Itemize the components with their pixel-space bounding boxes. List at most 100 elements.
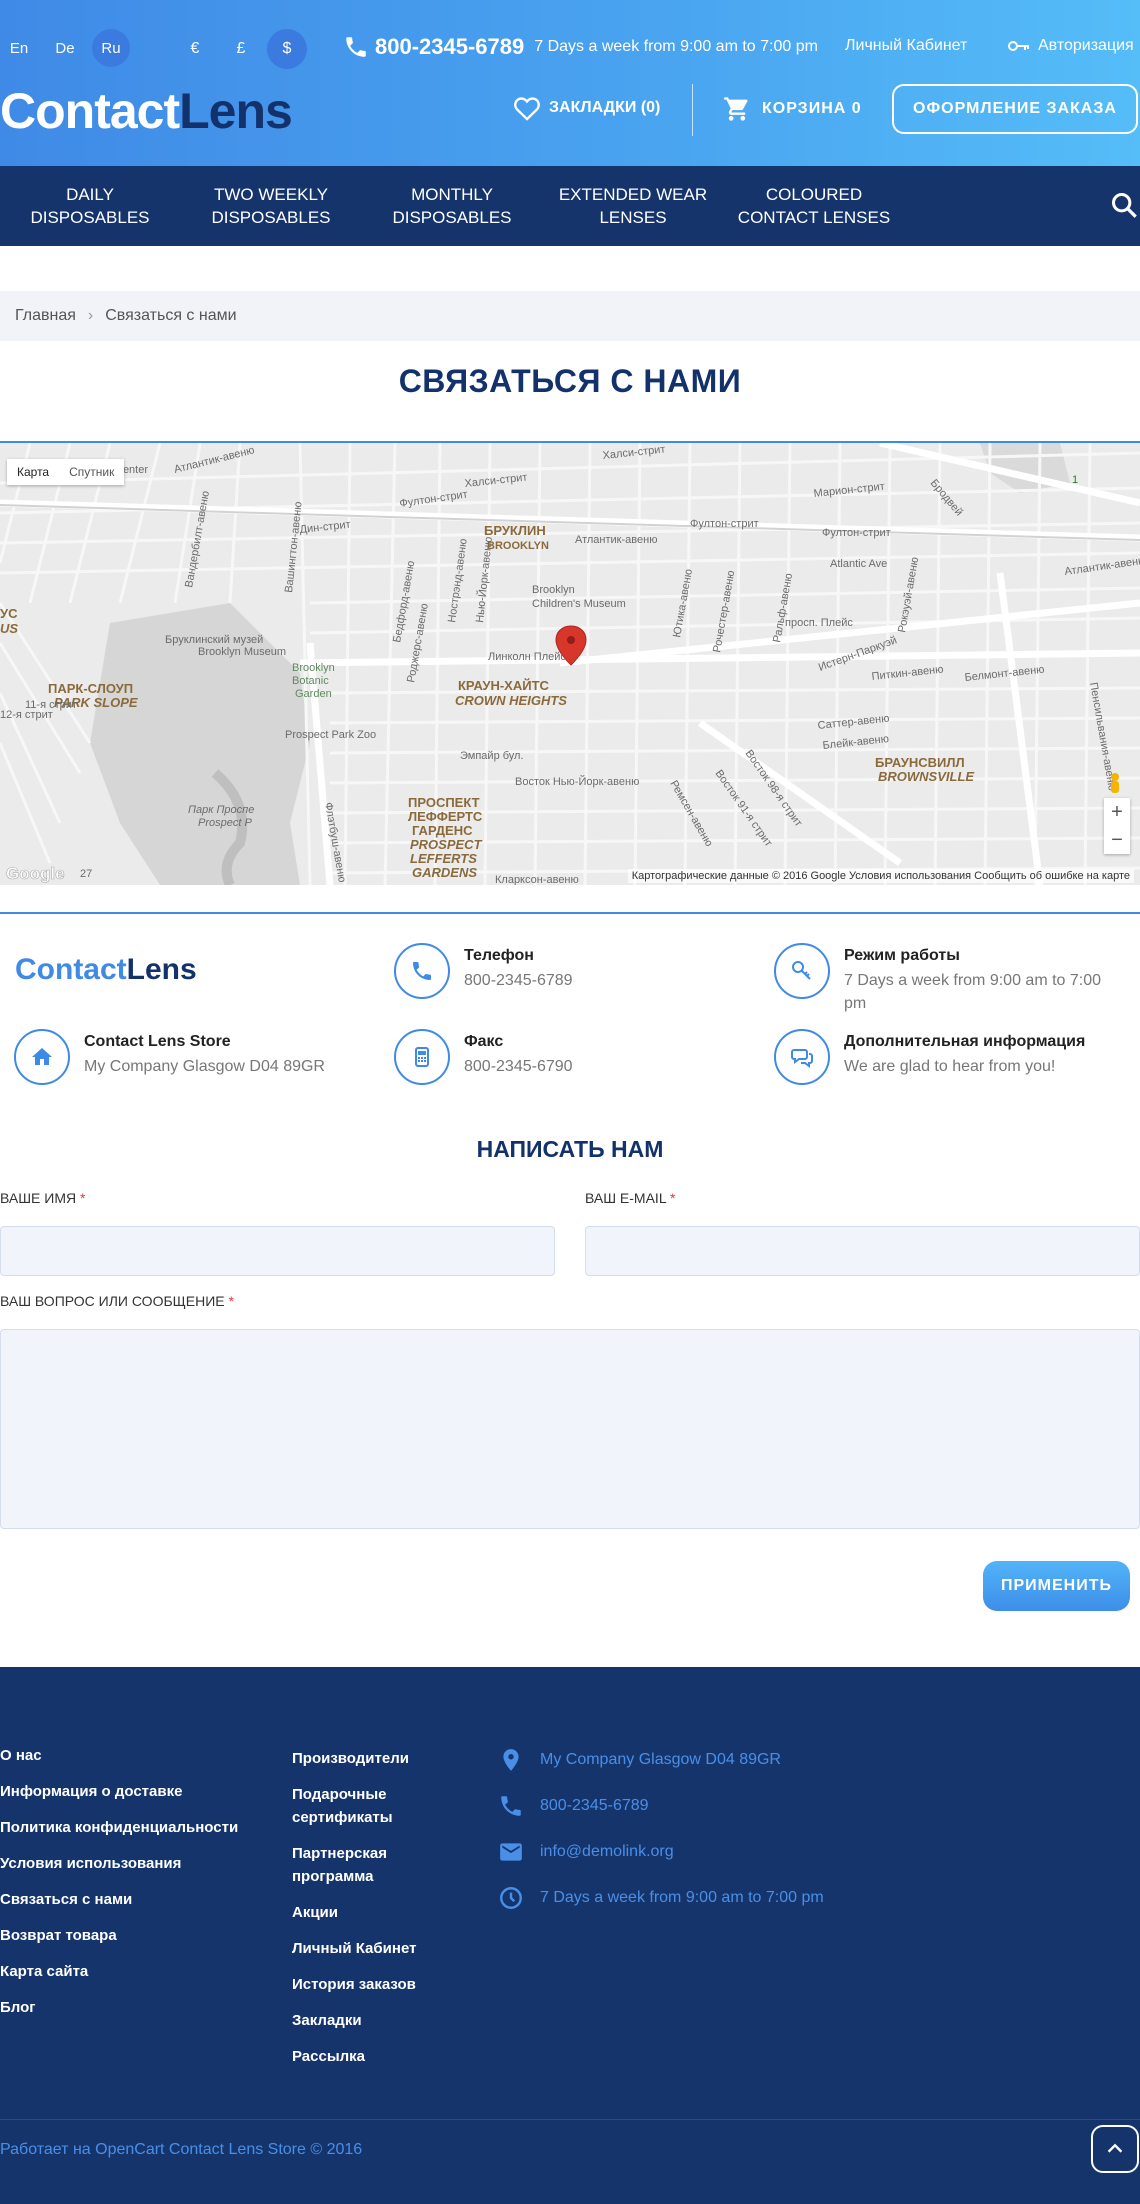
hours-line1: 7 Days a week from 9:00 am to 7:00 — [844, 972, 1102, 989]
bookmarks-label: ЗАКЛАДКИ (0) — [549, 99, 661, 116]
key-icon — [1008, 41, 1029, 51]
footer-link-specials[interactable]: Акции — [292, 1901, 452, 1924]
scroll-to-top-button[interactable] — [1091, 2125, 1139, 2173]
lang-de[interactable]: De — [46, 29, 84, 67]
footer: О нас Информация о доставке Политика кон… — [0, 1667, 1140, 2204]
footer-link-wishlist[interactable]: Закладки — [292, 2009, 452, 2032]
footer-link-terms[interactable]: Условия использования — [0, 1855, 238, 1891]
account-link[interactable]: Личный Кабинет — [845, 37, 967, 55]
extra-text: We are glad to hear from you! — [844, 1058, 1056, 1075]
map-canvas: БРУКЛИН BROOKLYN КРАУН-ХАЙТС CROWN HEIGH… — [0, 443, 1140, 885]
footer-hours-text: 7 Days a week from 9:00 am to 7:00 pm — [540, 1889, 824, 1906]
login-link[interactable]: Авторизация — [1008, 37, 1134, 55]
breadcrumb: Главная › Связаться с нами — [0, 291, 1140, 341]
nav-label-line2: DISPOSABLES — [211, 208, 331, 227]
footer-link-returns[interactable]: Возврат товара — [0, 1927, 238, 1963]
currency-gbp[interactable]: £ — [221, 29, 261, 69]
nav-label-line1: COLOURED — [765, 185, 863, 204]
footer-link-about[interactable]: О нас — [0, 1747, 238, 1783]
email-input[interactable] — [585, 1226, 1140, 1276]
currency-switcher: € £ $ — [175, 29, 313, 69]
map-label-brownsville-en: BROWNSVILLE — [878, 769, 974, 784]
cart-icon — [724, 97, 748, 121]
footer-extra-links: Производители Подарочные сертификаты Пар… — [292, 1747, 452, 2081]
chat-icon — [774, 1029, 830, 1085]
message-label: ВАШ ВОПРОС ИЛИ СООБЩЕНИЕ * — [0, 1293, 234, 1309]
google-map[interactable]: БРУКЛИН BROOKLYN КРАУН-ХАЙТС CROWN HEIGH… — [0, 441, 1140, 885]
message-textarea[interactable] — [0, 1329, 1140, 1529]
footer-link-manufacturers[interactable]: Производители — [292, 1747, 452, 1770]
extra-info: Дополнительная информация We are glad to… — [774, 1029, 1085, 1085]
footer-email: info@demolink.org — [498, 1839, 674, 1865]
lang-ru[interactable]: Ru — [92, 29, 130, 67]
bookmarks-link[interactable]: ЗАКЛАДКИ (0) — [513, 95, 660, 121]
footer-link-account[interactable]: Личный Кабинет — [292, 1937, 452, 1960]
required-mark: * — [228, 1293, 234, 1309]
header-phone-number[interactable]: 800-2345-6789 — [375, 34, 524, 60]
footer-link-affiliates[interactable]: Партнерская программа — [292, 1842, 452, 1888]
name-label: ВАШЕ ИМЯ * — [0, 1190, 85, 1206]
nav-label-line1: TWO WEEKLY — [214, 185, 328, 204]
nav-monthly-disposables[interactable]: MONTHLY DISPOSABLES — [362, 183, 542, 229]
currency-usd[interactable]: $ — [267, 29, 307, 69]
map-label-lefferts: ГАРДЕНС — [412, 823, 473, 838]
lang-en[interactable]: En — [0, 29, 38, 67]
footer-link-order-history[interactable]: История заказов — [292, 1973, 452, 1996]
footer-email-text[interactable]: info@demolink.org — [540, 1843, 674, 1861]
nav-coloured-contact-lenses[interactable]: COLOURED CONTACT LENSES — [724, 183, 904, 229]
fax-icon — [394, 1029, 450, 1085]
footer-phone-text[interactable]: 800-2345-6789 — [540, 1797, 649, 1815]
footer-divider — [0, 2119, 1140, 2120]
map-label-route1: 1 — [1072, 474, 1078, 486]
map-label-clarkson: Кларксон-авеню — [495, 874, 579, 885]
contact-logo-part1: Contact — [15, 953, 127, 986]
search-icon[interactable] — [1110, 191, 1138, 219]
map-type-map-button[interactable]: Карта — [7, 459, 59, 485]
name-input[interactable] — [0, 1226, 555, 1276]
zoom-in-button[interactable]: + — [1104, 798, 1130, 826]
phone-title: Телефон — [464, 947, 534, 964]
map-label-park: Prospect P — [198, 817, 252, 829]
breadcrumb-current[interactable]: Связаться с нами — [105, 307, 236, 325]
nav-daily-disposables[interactable]: DAILY DISPOSABLES — [0, 183, 180, 229]
login-label: Авторизация — [1038, 37, 1134, 54]
nav-extended-wear-lenses[interactable]: EXTENDED WEAR LENSES — [543, 183, 723, 229]
map-label-brooklyn: БРУКЛИН — [484, 523, 546, 538]
email-label-text: ВАШ E-MAIL — [585, 1190, 667, 1206]
phone-icon — [501, 1796, 521, 1816]
clock-icon — [500, 1887, 522, 1909]
main-nav: DAILY DISPOSABLES TWO WEEKLY DISPOSABLES M… — [0, 166, 1140, 246]
zoom-out-button[interactable]: − — [1104, 826, 1130, 854]
currency-eur[interactable]: € — [175, 29, 215, 69]
required-mark: * — [669, 1190, 676, 1206]
location-pin-icon — [503, 1749, 519, 1771]
email-label: ВАШ E-MAIL * — [585, 1190, 675, 1206]
footer-link-blog[interactable]: Блог — [0, 1999, 238, 2035]
footer-link-sitemap[interactable]: Карта сайта — [0, 1963, 238, 1999]
map-label-park: Парк Проспе — [188, 804, 254, 816]
cart-link[interactable]: КОРЗИНА 0 — [722, 95, 862, 123]
nav-label-line1: DAILY — [66, 185, 114, 204]
footer-link-newsletter[interactable]: Рассылка — [292, 2045, 452, 2068]
map-attribution[interactable]: Картографические данные © 2016 Google Ус… — [627, 869, 1134, 883]
breadcrumb-home[interactable]: Главная — [15, 307, 76, 325]
footer-link-gift-certificates[interactable]: Подарочные сертификаты — [292, 1783, 452, 1829]
fax-number: 800-2345-6790 — [464, 1058, 573, 1075]
map-type-satellite-button[interactable]: Спутник — [59, 459, 124, 485]
extra-title: Дополнительная информация — [844, 1033, 1086, 1050]
nav-two-weekly-disposables[interactable]: TWO WEEKLY DISPOSABLES — [181, 183, 361, 229]
map-type-control: Карта Спутник — [7, 459, 125, 485]
submit-button[interactable]: ПРИМЕНИТЬ — [983, 1561, 1130, 1611]
hours-line2: pm — [844, 995, 867, 1012]
header-hours: 7 Days a week from 9:00 am to 7:00 pm — [534, 38, 818, 55]
nav-label-line2: DISPOSABLES — [30, 208, 150, 227]
nav-label-line1: MONTHLY — [411, 185, 493, 204]
footer-link-privacy[interactable]: Политика конфиденциальности — [0, 1819, 238, 1855]
footer-link-contact[interactable]: Связаться с нами — [0, 1891, 238, 1927]
map-label-museum: Brooklyn — [532, 584, 575, 596]
phone-number[interactable]: 800-2345-6789 — [464, 969, 573, 992]
footer-address-text: My Company Glasgow D04 89GR — [540, 1751, 781, 1768]
logo[interactable]: ContactLens — [0, 82, 293, 140]
checkout-button[interactable]: ОФОРМЛЕНИЕ ЗАКАЗА — [892, 84, 1138, 134]
footer-link-delivery[interactable]: Информация о доставке — [0, 1783, 238, 1819]
